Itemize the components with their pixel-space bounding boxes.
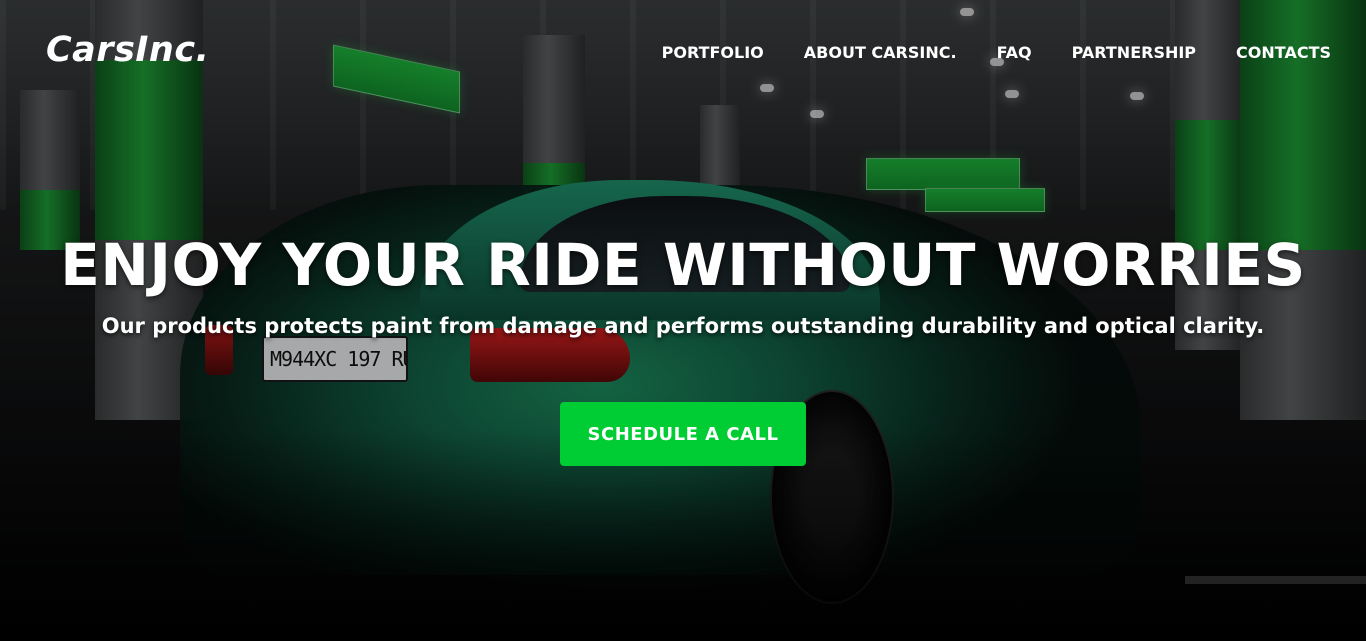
- nav-link-about[interactable]: ABOUT CARSINC.: [804, 40, 957, 66]
- main-nav: PORTFOLIO ABOUT CARSINC. FAQ PARTNERSHIP…: [662, 40, 1331, 66]
- site-logo[interactable]: CarsInc.: [46, 28, 209, 72]
- hero-subheadline: Our products protects paint from damage …: [101, 314, 1265, 338]
- nav-link-faq[interactable]: FAQ: [997, 40, 1032, 66]
- nav-link-partnership[interactable]: PARTNERSHIP: [1072, 40, 1196, 66]
- schedule-call-button[interactable]: SCHEDULE A CALL: [560, 402, 806, 466]
- nav-link-portfolio[interactable]: PORTFOLIO: [662, 40, 764, 66]
- hero-headline: ENJOY YOUR RIDE WITHOUT WORRIES: [60, 231, 1306, 299]
- nav-link-contacts[interactable]: CONTACTS: [1236, 40, 1331, 66]
